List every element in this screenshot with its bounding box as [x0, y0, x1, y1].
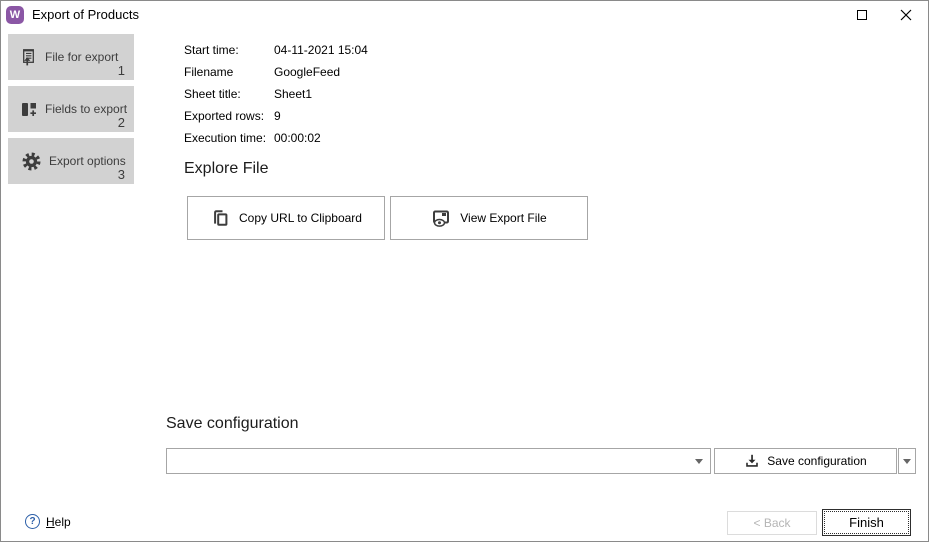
gear-icon — [21, 151, 42, 172]
summary-value: 04-11-2021 15:04 — [274, 43, 368, 57]
titlebar: W Export of Products — [1, 1, 928, 28]
summary-value: 00:00:02 — [274, 131, 368, 145]
step-label: Export options — [49, 154, 126, 168]
finish-button-label: Finish — [849, 515, 884, 530]
help-link[interactable]: ? Help — [25, 514, 71, 529]
close-button[interactable] — [884, 2, 928, 28]
summary-row-sheet-title: Sheet title: Sheet1 — [184, 83, 368, 105]
save-configuration-dropdown-button[interactable] — [898, 448, 916, 474]
summary-label: Sheet title: — [184, 87, 274, 101]
maximize-button[interactable] — [840, 2, 884, 28]
step-label: File for export — [45, 50, 118, 64]
summary-row-exported-rows: Exported rows: 9 — [184, 105, 368, 127]
combobox-dropdown-button[interactable] — [688, 449, 710, 473]
back-button[interactable]: < Back — [727, 511, 817, 535]
save-download-icon — [744, 453, 760, 469]
copy-icon — [210, 208, 230, 228]
step-export-options[interactable]: Export options 3 — [8, 138, 134, 184]
view-file-icon — [431, 208, 451, 228]
step-number: 1 — [118, 63, 125, 78]
back-button-label: < Back — [753, 516, 790, 530]
step-number: 2 — [118, 115, 125, 130]
wizard-steps: File for export 1 Fields to export 2 Exp… — [8, 34, 134, 190]
step-fields-to-export[interactable]: Fields to export 2 — [8, 86, 134, 132]
save-configuration-heading: Save configuration — [166, 415, 299, 433]
configuration-name-input[interactable] — [167, 449, 688, 473]
summary-value: GoogleFeed — [274, 65, 368, 79]
view-export-file-button[interactable]: View Export File — [390, 196, 588, 240]
help-label: Help — [46, 515, 71, 529]
save-configuration-button-label: Save configuration — [767, 454, 866, 468]
summary-label: Start time: — [184, 43, 274, 57]
chevron-down-icon — [695, 459, 703, 464]
save-configuration-split-button: Save configuration — [714, 448, 916, 474]
export-wizard-window: W Export of Products File for export 1 — [0, 0, 929, 542]
help-question-icon: ? — [25, 514, 40, 529]
summary-row-start-time: Start time: 04-11-2021 15:04 — [184, 39, 368, 61]
copy-url-button[interactable]: Copy URL to Clipboard — [187, 196, 385, 240]
summary-value: Sheet1 — [274, 87, 368, 101]
copy-url-button-label: Copy URL to Clipboard — [239, 211, 362, 225]
summary-row-filename: Filename GoogleFeed — [184, 61, 368, 83]
chevron-down-icon — [903, 459, 911, 464]
summary-value: 9 — [274, 109, 368, 123]
window-title: Export of Products — [32, 7, 139, 22]
explore-buttons: Copy URL to Clipboard View Export File — [187, 196, 588, 240]
app-logo-icon: W — [6, 6, 24, 24]
view-export-file-button-label: View Export File — [460, 211, 546, 225]
summary-label: Exported rows: — [184, 109, 274, 123]
summary-row-execution-time: Execution time: 00:00:02 — [184, 127, 368, 149]
maximize-icon — [857, 10, 867, 20]
fields-export-icon — [21, 101, 38, 118]
summary-label: Filename — [184, 65, 274, 79]
step-number: 3 — [118, 167, 125, 182]
finish-button[interactable]: Finish — [822, 509, 911, 536]
file-export-icon — [21, 48, 38, 66]
step-file-for-export[interactable]: File for export 1 — [8, 34, 134, 80]
save-configuration-button[interactable]: Save configuration — [714, 448, 897, 474]
save-configuration-row: Save configuration — [166, 448, 916, 474]
close-icon — [900, 9, 912, 21]
step-label: Fields to export — [45, 102, 127, 116]
summary-label: Execution time: — [184, 131, 274, 145]
configuration-name-combobox[interactable] — [166, 448, 711, 474]
export-summary: Start time: 04-11-2021 15:04 Filename Go… — [184, 39, 368, 149]
explore-file-heading: Explore File — [184, 160, 268, 178]
